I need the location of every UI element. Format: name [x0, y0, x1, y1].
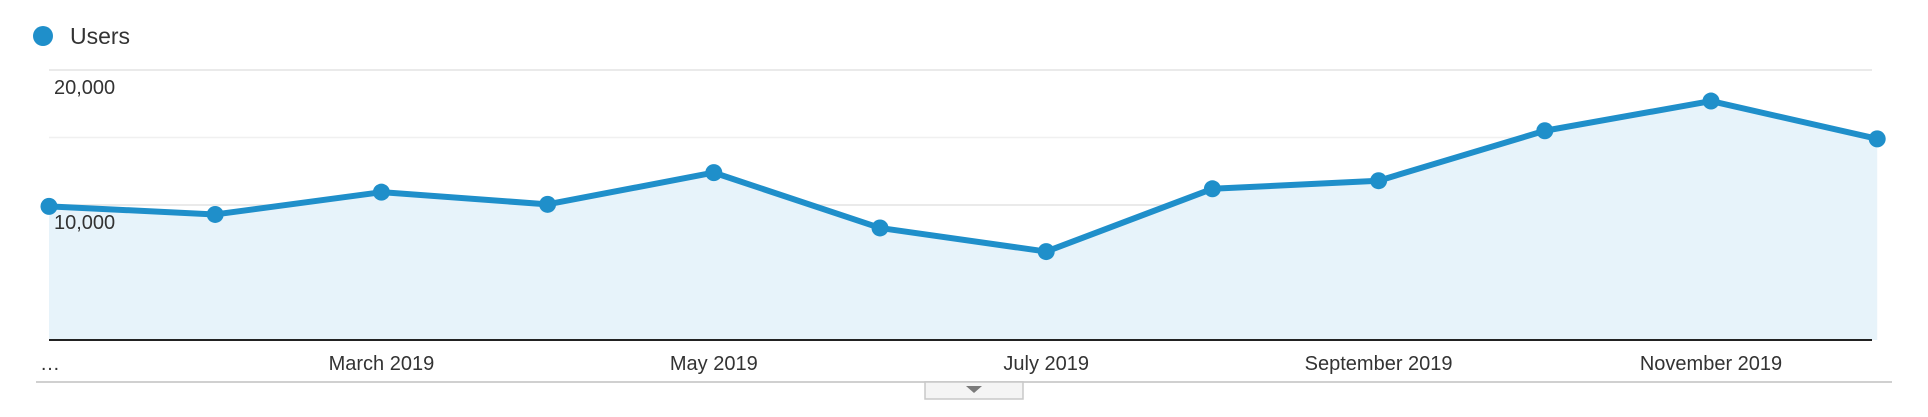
data-point[interactable] — [871, 219, 889, 237]
x-tick-label: September 2019 — [1305, 353, 1453, 375]
legend-label: Users — [70, 23, 130, 49]
y-tick-label: 10,000 — [54, 212, 115, 234]
data-point[interactable] — [1037, 243, 1055, 261]
data-point[interactable] — [1536, 122, 1554, 140]
data-point[interactable] — [1702, 92, 1720, 110]
data-point[interactable] — [206, 205, 224, 223]
y-tick-label: 20,000 — [54, 77, 115, 99]
data-point[interactable] — [1203, 180, 1221, 198]
x-tick-label: November 2019 — [1640, 353, 1782, 375]
data-point[interactable] — [705, 164, 723, 182]
x-tick-label: July 2019 — [1003, 353, 1089, 375]
x-axis-labels: … March 2019 May 2019 July 2019 September 20… — [40, 353, 1782, 375]
data-point[interactable] — [1370, 172, 1388, 190]
x-tick-label: … — [40, 353, 60, 375]
x-tick-label: May 2019 — [670, 353, 758, 375]
data-point[interactable] — [1868, 130, 1886, 148]
expand-toggle-button[interactable] — [924, 381, 1024, 400]
chart-container: Users 20,000 10,000 … March 2019 May 2019 Ju… — [0, 0, 1928, 412]
users-area-chart: Users 20,000 10,000 … March 2019 May 2019 Ju… — [33, 23, 1892, 400]
data-point[interactable] — [539, 195, 557, 213]
legend[interactable]: Users — [33, 23, 130, 49]
x-tick-label: March 2019 — [329, 353, 435, 375]
data-point[interactable] — [372, 183, 390, 201]
legend-dot — [33, 26, 53, 46]
